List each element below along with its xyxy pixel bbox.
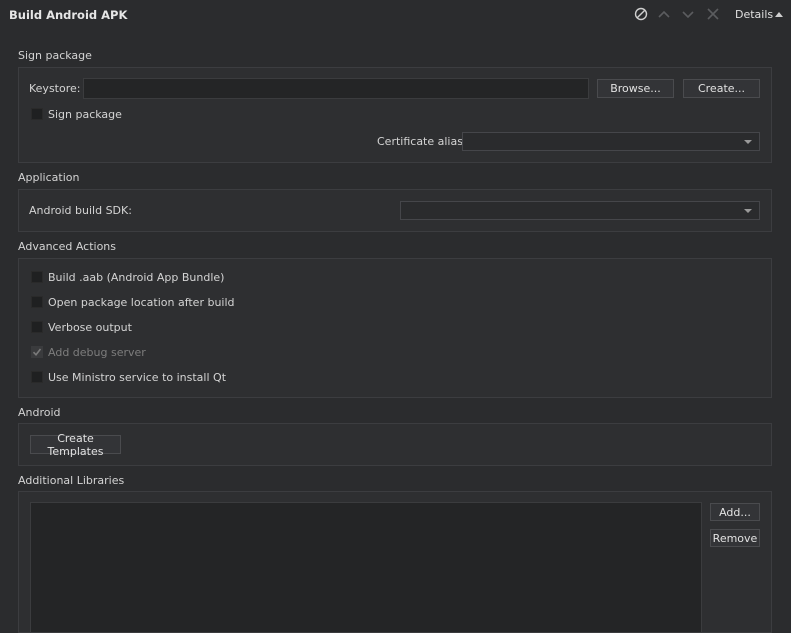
add-library-button[interactable]: Add...: [710, 503, 760, 521]
verbose-output-checkbox-label[interactable]: Verbose output: [48, 321, 132, 334]
section-title-advanced-actions: Advanced Actions: [18, 240, 117, 253]
keystore-label: Keystore:: [29, 82, 81, 95]
chevron-up-icon[interactable]: [656, 6, 672, 22]
keystore-input[interactable]: [83, 78, 589, 99]
create-templates-button[interactable]: Create Templates: [30, 432, 121, 458]
close-icon[interactable]: [705, 6, 721, 22]
create-keystore-button[interactable]: Create...: [683, 79, 760, 98]
certificate-alias-label: Certificate alias:: [377, 135, 467, 148]
details-toggle-label[interactable]: Details: [735, 8, 773, 21]
disable-icon[interactable]: [633, 6, 649, 22]
panel-title: Build Android APK: [9, 8, 128, 22]
remove-library-button[interactable]: Remove: [710, 529, 760, 547]
android-build-sdk-combobox[interactable]: [400, 201, 760, 220]
sign-package-checkbox-label[interactable]: Sign package: [48, 108, 122, 121]
dropdown-arrow-icon: [744, 140, 752, 144]
section-title-additional-libraries: Additional Libraries: [18, 474, 125, 487]
use-ministro-checkbox-label[interactable]: Use Ministro service to install Qt: [48, 371, 226, 384]
sign-package-checkbox[interactable]: [31, 108, 43, 120]
chevron-down-icon[interactable]: [680, 6, 696, 22]
build-aab-checkbox[interactable]: [31, 271, 43, 283]
section-title-sign-package: Sign package: [18, 49, 92, 62]
section-title-application: Application: [18, 171, 80, 184]
android-build-sdk-label: Android build SDK:: [29, 204, 132, 217]
certificate-alias-combobox[interactable]: [462, 132, 760, 151]
add-debug-server-checkbox-label: Add debug server: [48, 346, 146, 359]
use-ministro-checkbox[interactable]: [31, 371, 43, 383]
browse-button[interactable]: Browse...: [597, 79, 674, 98]
open-package-location-checkbox[interactable]: [31, 296, 43, 308]
android-group: [18, 423, 772, 466]
checkmark-icon: [32, 348, 42, 357]
verbose-output-checkbox[interactable]: [31, 321, 43, 333]
open-package-location-checkbox-label[interactable]: Open package location after build: [48, 296, 235, 309]
additional-libraries-list[interactable]: [30, 502, 702, 633]
caret-up-icon[interactable]: [775, 12, 783, 17]
build-aab-checkbox-label[interactable]: Build .aab (Android App Bundle): [48, 271, 224, 284]
add-debug-server-checkbox: [31, 346, 43, 358]
dropdown-arrow-icon: [744, 209, 752, 213]
section-title-android: Android: [18, 406, 61, 419]
